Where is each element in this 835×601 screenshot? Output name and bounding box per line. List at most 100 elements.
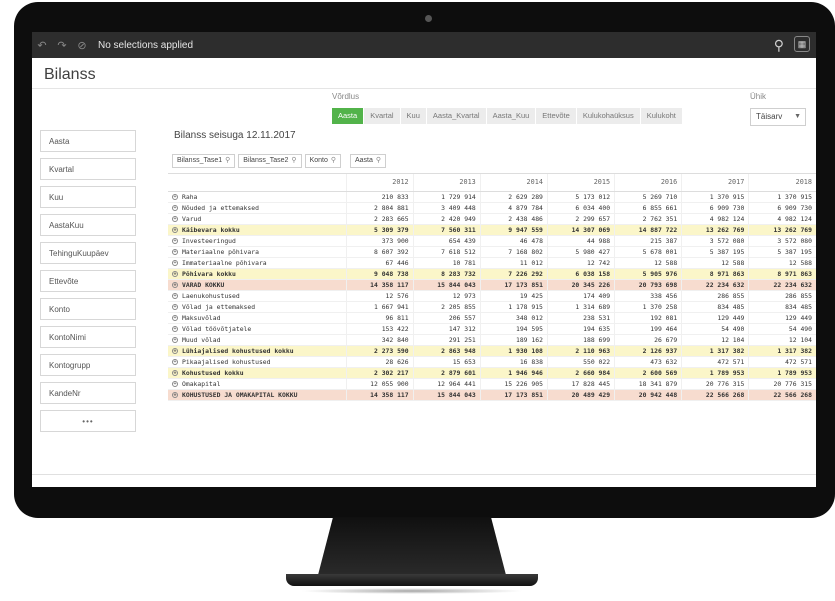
expand-icon[interactable]: + xyxy=(172,281,178,288)
value-cell: 6 038 158 xyxy=(546,268,615,280)
value-cell: 3 572 080 xyxy=(681,235,749,247)
expand-icon[interactable]: + xyxy=(172,193,178,200)
value-cell: 2 420 949 xyxy=(412,213,481,225)
value-cell: 22 234 632 xyxy=(748,279,816,291)
filter-kontogrupp[interactable]: Kontogrupp xyxy=(40,354,136,376)
expand-icon[interactable]: + xyxy=(172,303,178,310)
row-label-cell: + Maksuvõlad xyxy=(168,312,346,324)
dimension-option[interactable]: Aasta xyxy=(332,108,364,124)
expand-icon[interactable]: + xyxy=(172,270,178,277)
table-row: + KOHUSTUSED JA OMAKAPITAL KOKKU 14 358 11… xyxy=(168,389,816,401)
filter-konto[interactable]: Konto xyxy=(40,298,136,320)
row-label: Lühiajalised kohustused kokku xyxy=(182,346,294,355)
column-dimension-chip-cell: Aasta ⚲ xyxy=(346,149,816,174)
filter-kontonimi[interactable]: KontoNimi xyxy=(40,326,136,348)
expand-icon[interactable]: + xyxy=(172,215,178,222)
expand-icon[interactable]: + xyxy=(172,369,178,376)
search-icon[interactable]: ⚲ xyxy=(331,157,336,164)
year-header[interactable]: 2013 xyxy=(412,173,481,192)
expand-icon[interactable]: + xyxy=(172,391,178,398)
filter-kvartal[interactable]: Kvartal xyxy=(40,158,136,180)
clear-selections-icon[interactable]: ⊘ xyxy=(72,39,92,52)
value-cell: 8 283 732 xyxy=(412,268,481,280)
dimension-option[interactable]: Kvartal xyxy=(364,108,400,124)
value-cell: 12 973 xyxy=(412,290,481,302)
row-label: Nõuded ja ettemaksed xyxy=(182,203,259,212)
dimension-option[interactable]: Aasta_Kuu xyxy=(486,108,536,124)
value-cell: 1 370 258 xyxy=(614,301,682,313)
value-cell: 834 485 xyxy=(748,301,816,313)
value-cell: 20 776 315 xyxy=(748,378,816,390)
value-cell: 22 566 268 xyxy=(681,389,749,401)
value-cell: 15 844 043 xyxy=(412,279,481,291)
value-cell: 174 409 xyxy=(546,290,615,302)
value-cell: 7 226 292 xyxy=(479,268,548,280)
value-cell: 192 081 xyxy=(614,312,682,324)
expand-icon[interactable]: + xyxy=(172,204,178,211)
search-icon[interactable]: ⚲ xyxy=(376,157,381,164)
unit-label: Ühik xyxy=(750,92,767,101)
row-label: Omakapital xyxy=(182,379,221,388)
expand-icon[interactable]: + xyxy=(172,347,178,354)
expand-icon[interactable]: + xyxy=(172,259,178,266)
expand-icon[interactable]: + xyxy=(172,314,178,321)
filter-aasta[interactable]: Aasta xyxy=(40,130,136,152)
expand-icon[interactable]: + xyxy=(172,358,178,365)
year-header[interactable]: 2014 xyxy=(479,173,548,192)
value-cell: 472 571 xyxy=(748,356,816,368)
value-cell: 9 947 559 xyxy=(479,224,548,236)
year-header[interactable]: 2012 xyxy=(345,173,414,192)
expand-icon[interactable]: + xyxy=(172,226,178,233)
row-label: KOHUSTUSED JA OMAKAPITAL KOKKU xyxy=(182,390,298,399)
year-header[interactable]: 2018 xyxy=(748,173,816,192)
year-header[interactable]: 2016 xyxy=(614,173,682,192)
value-cell: 2 629 289 xyxy=(479,191,548,203)
value-cell: 6 034 400 xyxy=(546,202,615,214)
row-label-cell: + Laenukohustused xyxy=(168,290,346,302)
forward-icon[interactable]: ↷ xyxy=(52,39,72,52)
filter-kuu[interactable]: Kuu xyxy=(40,186,136,208)
expand-icon[interactable]: + xyxy=(172,248,178,255)
dimension-option[interactable]: Ettevõte xyxy=(536,108,576,124)
filter-aastakuu[interactable]: AastaKuu xyxy=(40,214,136,236)
year-header[interactable]: 2017 xyxy=(681,173,749,192)
dimension-chip[interactable]: Bilanss_Tase2 ⚲ xyxy=(238,153,302,168)
dimension-option[interactable]: Aasta_Kvartal xyxy=(426,108,486,124)
row-label: Varud xyxy=(182,214,202,223)
value-cell: 16 838 xyxy=(479,356,548,368)
sheets-icon[interactable]: ▦ xyxy=(794,36,810,52)
value-cell: 286 855 xyxy=(681,290,749,302)
dimension-chip[interactable]: Konto ⚲ xyxy=(304,153,341,168)
expand-icon[interactable]: + xyxy=(172,237,178,244)
value-cell: 1 789 953 xyxy=(681,367,749,379)
expand-icon[interactable]: + xyxy=(172,292,178,299)
value-cell: 5 678 001 xyxy=(614,246,682,258)
dimension-option[interactable]: Kulukoht xyxy=(640,108,682,124)
table-row: + Võlad ja ettemaksed 1 667 941 2 205 855 1 … xyxy=(168,301,816,313)
dimension-option[interactable]: Kulukohaüksus xyxy=(576,108,640,124)
row-label: Maksuvõlad xyxy=(182,313,221,322)
value-cell: 17 173 851 xyxy=(479,279,548,291)
search-icon[interactable]: ⚲ xyxy=(774,36,784,54)
filter-kandenr[interactable]: KandeNr xyxy=(40,382,136,404)
value-cell: 1 178 915 xyxy=(479,301,548,313)
value-cell: 4 879 784 xyxy=(479,202,548,214)
dimension-chip[interactable]: Aasta ⚲ xyxy=(350,153,387,168)
filter-tehingukuupäev[interactable]: TehinguKuupäev xyxy=(40,242,136,264)
value-cell: 2 879 601 xyxy=(412,367,481,379)
dimension-chip[interactable]: Bilanss_Tase1 ⚲ xyxy=(172,153,236,168)
value-cell: 11 012 xyxy=(479,257,548,269)
filter-panel: Aasta Kvartal Kuu AastaKuu TehinguKuupäev Ett… xyxy=(40,130,136,438)
filter-ettevõte[interactable]: Ettevõte xyxy=(40,270,136,292)
expand-icon[interactable]: + xyxy=(172,336,178,343)
dimension-option[interactable]: Kuu xyxy=(400,108,426,124)
back-icon[interactable]: ↶ xyxy=(32,39,52,52)
expand-icon[interactable]: + xyxy=(172,380,178,387)
more-filters-button[interactable]: ••• xyxy=(40,410,136,432)
year-header[interactable]: 2015 xyxy=(546,173,615,192)
search-icon[interactable]: ⚲ xyxy=(291,157,296,164)
unit-dropdown[interactable]: Täisarv ▼ xyxy=(750,108,806,126)
expand-icon[interactable]: + xyxy=(172,325,178,332)
value-cell: 5 387 195 xyxy=(681,246,749,258)
search-icon[interactable]: ⚲ xyxy=(225,157,230,164)
